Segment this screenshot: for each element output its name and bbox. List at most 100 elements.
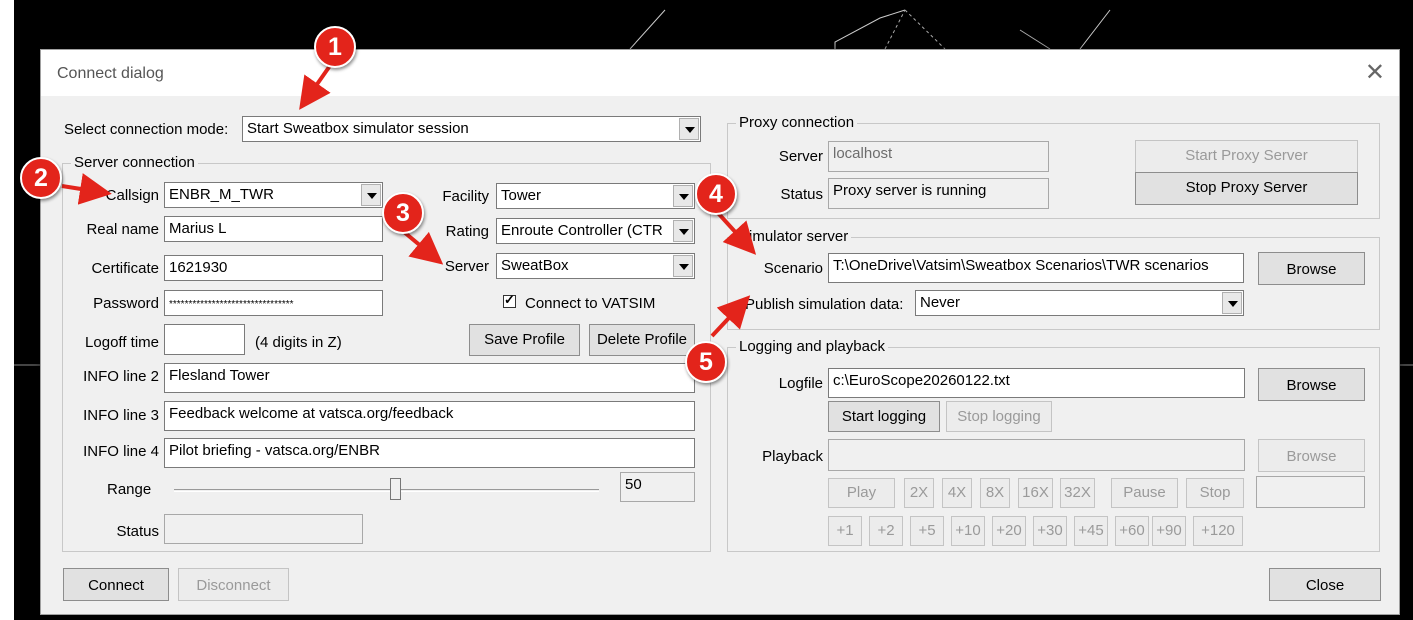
playback-browse-button[interactable]: Browse: [1258, 439, 1365, 472]
range-slider-track[interactable]: [174, 489, 599, 492]
title-bar: Connect dialog ✕: [41, 50, 1399, 96]
certificate-field[interactable]: 1621930: [164, 255, 383, 281]
connection-mode-select[interactable]: Start Sweatbox simulator session: [242, 116, 701, 142]
publish-label: Publish simulation data:: [745, 296, 904, 313]
chevron-down-icon[interactable]: [1222, 292, 1242, 314]
info2-field[interactable]: Flesland Tower: [164, 363, 695, 393]
annotation-badge-1: 1: [314, 26, 356, 68]
rating-select[interactable]: Enroute Controller (CTR: [496, 218, 695, 244]
group-title: Server connection: [71, 154, 198, 171]
stop-proxy-button[interactable]: Stop Proxy Server: [1135, 172, 1358, 205]
skip-5-button[interactable]: +5: [910, 516, 944, 546]
close-button[interactable]: Close: [1269, 568, 1381, 601]
proxy-server-label: Server: [778, 148, 823, 165]
rating-value: Enroute Controller (CTR: [501, 222, 663, 239]
skip-1-button[interactable]: +1: [828, 516, 862, 546]
chevron-down-icon[interactable]: [673, 220, 693, 242]
server-label: Server: [444, 258, 489, 275]
password-field[interactable]: ********************************: [164, 290, 383, 316]
skip-60-button[interactable]: +60: [1115, 516, 1149, 546]
skip-30-button[interactable]: +30: [1033, 516, 1067, 546]
callsign-label: Callsign: [105, 187, 159, 204]
play-button[interactable]: Play: [828, 478, 895, 508]
dialog-title: Connect dialog: [57, 65, 164, 82]
chevron-down-icon[interactable]: [673, 185, 693, 207]
playback-time-field: [1256, 476, 1365, 508]
checkmark-icon: ✓: [504, 292, 515, 307]
speed-2x-button[interactable]: 2X: [904, 478, 934, 508]
annotation-badge-5: 5: [685, 341, 727, 383]
facility-value: Tower: [501, 187, 542, 204]
start-proxy-button[interactable]: Start Proxy Server: [1135, 140, 1358, 173]
chevron-down-icon[interactable]: [679, 118, 699, 140]
annotation-badge-3: 3: [382, 192, 424, 234]
skip-90-button[interactable]: +90: [1152, 516, 1186, 546]
connect-dialog: Connect dialog ✕ Select connection mode:…: [40, 49, 1400, 615]
playback-label: Playback: [762, 448, 823, 465]
vatsim-checkbox-label[interactable]: Connect to VATSIM: [525, 295, 655, 312]
logoff-field[interactable]: [164, 324, 245, 355]
vatsim-checkbox[interactable]: ✓: [503, 292, 516, 308]
facility-label: Facility: [442, 188, 489, 205]
logoff-hint: (4 digits in Z): [255, 334, 342, 351]
group-title: Proxy connection: [736, 114, 858, 131]
skip-20-button[interactable]: +20: [992, 516, 1026, 546]
rating-label: Rating: [445, 223, 489, 240]
stop-logging-button[interactable]: Stop logging: [946, 401, 1052, 432]
connection-mode-value: Start Sweatbox simulator session: [247, 120, 469, 137]
skip-45-button[interactable]: +45: [1074, 516, 1108, 546]
pause-button[interactable]: Pause: [1111, 478, 1178, 508]
callsign-value: ENBR_M_TWR: [169, 186, 275, 203]
publish-select[interactable]: Never: [915, 290, 1244, 316]
info4-field[interactable]: Pilot briefing - vatsca.org/ENBR: [164, 438, 695, 468]
chevron-down-icon[interactable]: [673, 255, 693, 277]
password-label: Password: [93, 295, 159, 312]
connection-mode-label: Select connection mode:: [64, 121, 229, 138]
proxy-status-field: Proxy server is running: [828, 178, 1049, 209]
info4-label: INFO line 4: [83, 443, 159, 460]
group-title: Simulator server: [736, 228, 852, 245]
stop-button[interactable]: Stop: [1186, 478, 1244, 508]
scenario-field[interactable]: T:\OneDrive\Vatsim\Sweatbox Scenarios\TW…: [828, 253, 1244, 283]
scenario-browse-button[interactable]: Browse: [1258, 252, 1365, 285]
scenario-label: Scenario: [763, 260, 823, 277]
save-profile-button[interactable]: Save Profile: [469, 324, 580, 356]
logfile-label: Logfile: [778, 375, 823, 392]
close-icon[interactable]: ✕: [1365, 58, 1385, 87]
disconnect-button[interactable]: Disconnect: [178, 568, 289, 601]
status-field: [164, 514, 363, 544]
realname-field[interactable]: Marius L: [164, 216, 383, 242]
range-slider-thumb[interactable]: [390, 478, 401, 500]
callsign-select[interactable]: ENBR_M_TWR: [164, 182, 383, 208]
start-logging-button[interactable]: Start logging: [828, 401, 940, 432]
speed-16x-button[interactable]: 16X: [1018, 478, 1053, 508]
annotation-badge-4: 4: [695, 173, 737, 215]
publish-value: Never: [920, 294, 961, 311]
info3-field[interactable]: Feedback welcome at vatsca.org/feedback: [164, 401, 695, 431]
facility-select[interactable]: Tower: [496, 183, 695, 209]
status-label: Status: [116, 523, 159, 540]
certificate-label: Certificate: [91, 260, 159, 277]
skip-10-button[interactable]: +10: [951, 516, 985, 546]
skip-2-button[interactable]: +2: [869, 516, 903, 546]
speed-32x-button[interactable]: 32X: [1060, 478, 1095, 508]
connect-button[interactable]: Connect: [63, 568, 169, 601]
info3-label: INFO line 3: [83, 407, 159, 424]
speed-8x-button[interactable]: 8X: [980, 478, 1010, 508]
speed-4x-button[interactable]: 4X: [942, 478, 972, 508]
skip-120-button[interactable]: +120: [1193, 516, 1243, 546]
proxy-status-label: Status: [780, 186, 823, 203]
delete-profile-button[interactable]: Delete Profile: [589, 324, 695, 356]
playback-field: [828, 439, 1245, 471]
chevron-down-icon[interactable]: [361, 184, 381, 206]
logfile-browse-button[interactable]: Browse: [1258, 368, 1365, 401]
logoff-label: Logoff time: [85, 334, 159, 351]
range-label: Range: [107, 481, 152, 498]
group-title: Logging and playback: [736, 338, 888, 355]
realname-label: Real name: [86, 221, 159, 238]
server-select[interactable]: SweatBox: [496, 253, 695, 279]
proxy-server-field: localhost: [828, 141, 1049, 172]
info2-label: INFO line 2: [83, 368, 159, 385]
range-value: 50: [620, 472, 695, 502]
logfile-field[interactable]: c:\EuroScope20260122.txt: [828, 368, 1245, 398]
